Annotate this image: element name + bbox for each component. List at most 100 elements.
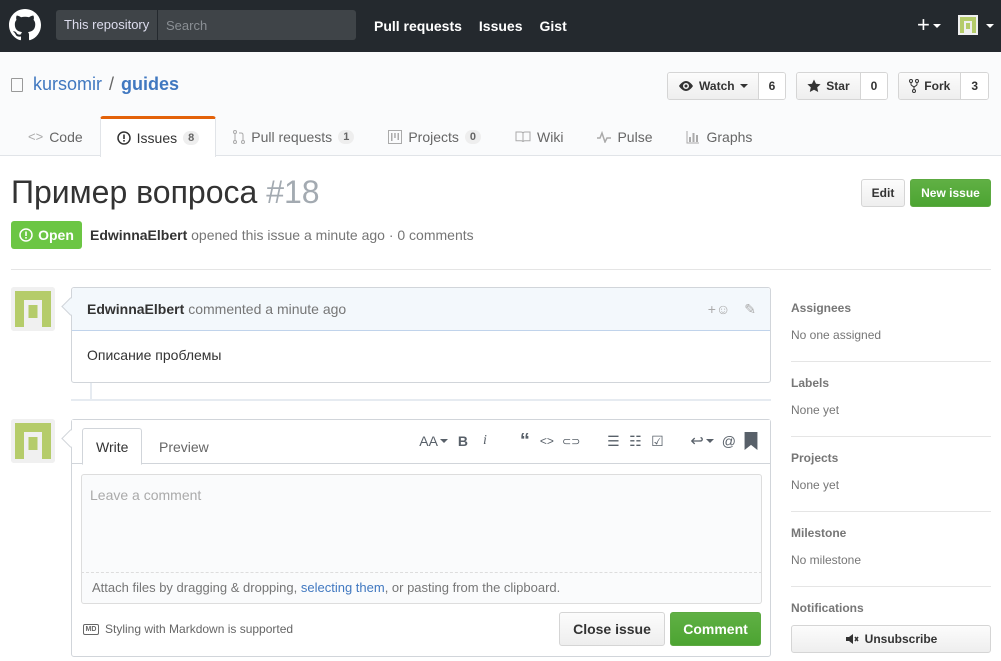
fork-count[interactable]: 3 xyxy=(961,73,988,99)
create-new-button[interactable]: + xyxy=(917,14,941,36)
markdown-toolbar: AA B i “ <> ⊂⊃ ☰ ☷ ☑ ↩ @ xyxy=(419,430,758,452)
watch-button[interactable]: Watch xyxy=(668,73,759,99)
issue-number: #18 xyxy=(266,174,320,210)
state-label: Open xyxy=(38,227,74,243)
tab-code[interactable]: <> Code xyxy=(11,116,100,156)
mute-icon xyxy=(845,634,859,644)
sidebar-notifications: Notifications Unsubscribe xyxy=(791,587,991,661)
chevron-down-icon[interactable] xyxy=(986,24,994,28)
tab-pulse[interactable]: Pulse xyxy=(580,116,669,156)
tab-wiki[interactable]: Wiki xyxy=(498,116,580,156)
fork-button[interactable]: Fork xyxy=(899,73,962,99)
issue-opened-icon xyxy=(19,228,33,242)
pulse-icon xyxy=(597,130,612,143)
sidebar-value: No milestone xyxy=(791,553,862,567)
issues-counter: 8 xyxy=(183,131,200,145)
tab-label: Pulse xyxy=(617,128,653,145)
code-icon[interactable]: <> xyxy=(540,432,554,450)
search-scope[interactable]: This repository xyxy=(56,10,158,40)
header-divider xyxy=(11,269,991,270)
bookmark-icon[interactable] xyxy=(744,432,758,450)
graph-icon xyxy=(686,130,700,143)
watch-count[interactable]: 6 xyxy=(758,73,786,99)
top-header: This repository Pull requests Issues Gis… xyxy=(0,0,1001,52)
bold-icon[interactable]: B xyxy=(456,432,470,450)
issue-title-text: Пример вопроса xyxy=(11,174,258,210)
pencil-icon[interactable]: ✎ xyxy=(744,301,756,318)
markdown-note: MD Styling with Markdown is supported xyxy=(83,622,293,636)
star-group: Star 0 xyxy=(796,72,889,100)
comment-timestamp[interactable]: commented a minute ago xyxy=(188,301,346,317)
star-button[interactable]: Star xyxy=(797,73,861,99)
user-avatar[interactable] xyxy=(958,15,978,35)
tab-write[interactable]: Write xyxy=(82,428,143,465)
tab-issues[interactable]: Issues 8 xyxy=(99,116,217,157)
issue-meta-text: opened this issue a minute ago · 0 comme… xyxy=(191,227,474,243)
sidebar-assignees[interactable]: Assignees No one assigned xyxy=(791,287,991,362)
eye-icon xyxy=(679,81,694,91)
comment-textarea[interactable] xyxy=(81,474,762,573)
repo-actions: Watch 6 Star 0 Fork 3 xyxy=(667,72,989,100)
unsubscribe-button[interactable]: Unsubscribe xyxy=(791,625,991,653)
sidebar-milestone[interactable]: Milestone No milestone xyxy=(791,512,991,587)
chevron-down-icon xyxy=(739,84,748,88)
tab-label: Graphs xyxy=(706,128,753,145)
tab-pull-requests[interactable]: Pull requests 1 xyxy=(216,116,371,156)
comment-author-link[interactable]: EdwinnaElbert xyxy=(87,301,184,317)
tab-label: Projects xyxy=(408,128,459,145)
reply-glyph: ↩ xyxy=(690,433,704,450)
tab-projects[interactable]: Projects 0 xyxy=(371,116,498,156)
italic-icon[interactable]: i xyxy=(478,432,492,450)
edit-issue-button[interactable]: Edit xyxy=(861,179,905,207)
tasklist-icon[interactable]: ☑ xyxy=(650,432,664,450)
attach-suffix: , or pasting from the clipboard. xyxy=(384,580,561,595)
timeline-line xyxy=(90,383,92,399)
git-pull-request-icon xyxy=(233,129,246,144)
sidebar-labels[interactable]: Labels None yet xyxy=(791,362,991,437)
star-count[interactable]: 0 xyxy=(860,73,888,99)
tab-graphs[interactable]: Graphs xyxy=(669,116,769,156)
attach-files-zone[interactable]: Attach files by dragging & dropping, sel… xyxy=(81,573,762,604)
tab-label: Code xyxy=(49,128,83,145)
issue-author-link[interactable]: EdwinnaElbert xyxy=(90,227,187,243)
reply-icon[interactable]: ↩ xyxy=(690,432,714,450)
new-issue-button[interactable]: New issue xyxy=(910,179,991,207)
quote-icon[interactable]: “ xyxy=(518,430,532,452)
tab-label: Wiki xyxy=(537,128,564,145)
fork-label: Fork xyxy=(924,79,951,93)
select-files-link[interactable]: selecting them xyxy=(301,580,385,595)
avatar[interactable] xyxy=(11,287,55,331)
avatar[interactable] xyxy=(11,419,55,463)
markdown-help-link[interactable]: Styling with Markdown is supported xyxy=(105,622,293,636)
link-icon[interactable]: ⊂⊃ xyxy=(562,432,580,450)
repo-header: kursomir / guides Watch 6 Star 0 Fork 3 xyxy=(0,52,1001,157)
issue-comment: EdwinnaElbert commented a minute ago +☺ … xyxy=(71,287,771,383)
close-issue-button[interactable]: Close issue xyxy=(559,612,665,646)
timeline-divider xyxy=(71,399,771,401)
tab-label: Issues xyxy=(136,130,178,146)
search-input[interactable] xyxy=(158,10,356,40)
comment-header: EdwinnaElbert commented a minute ago xyxy=(72,288,770,331)
list-unordered-icon[interactable]: ☰ xyxy=(606,432,620,450)
mention-icon[interactable]: @ xyxy=(722,432,736,450)
repo-name-link[interactable]: guides xyxy=(121,74,179,95)
sidebar-projects[interactable]: Projects None yet xyxy=(791,437,991,512)
tab-preview[interactable]: Preview xyxy=(146,428,222,465)
book-icon xyxy=(515,131,531,142)
nav-issues[interactable]: Issues xyxy=(479,18,523,34)
repo-owner-link[interactable]: kursomir xyxy=(33,74,102,95)
project-icon xyxy=(388,129,403,144)
repo-forked-icon xyxy=(909,79,920,93)
sidebar-title: Milestone xyxy=(791,526,847,540)
comment-submit-button[interactable]: Comment xyxy=(670,612,761,646)
nav-pull-requests[interactable]: Pull requests xyxy=(374,18,462,34)
smiley-icon[interactable]: +☺ xyxy=(708,301,730,318)
github-logo-icon[interactable] xyxy=(9,9,41,41)
attach-prefix: Attach files by dragging & dropping, xyxy=(92,580,301,595)
list-ordered-icon[interactable]: ☷ xyxy=(628,432,642,450)
tab-label: Pull requests xyxy=(251,128,333,145)
issue-opened-icon xyxy=(116,131,131,145)
nav-gist[interactable]: Gist xyxy=(540,18,567,34)
heading-icon[interactable]: AA xyxy=(419,432,448,450)
watch-label: Watch xyxy=(699,79,735,93)
